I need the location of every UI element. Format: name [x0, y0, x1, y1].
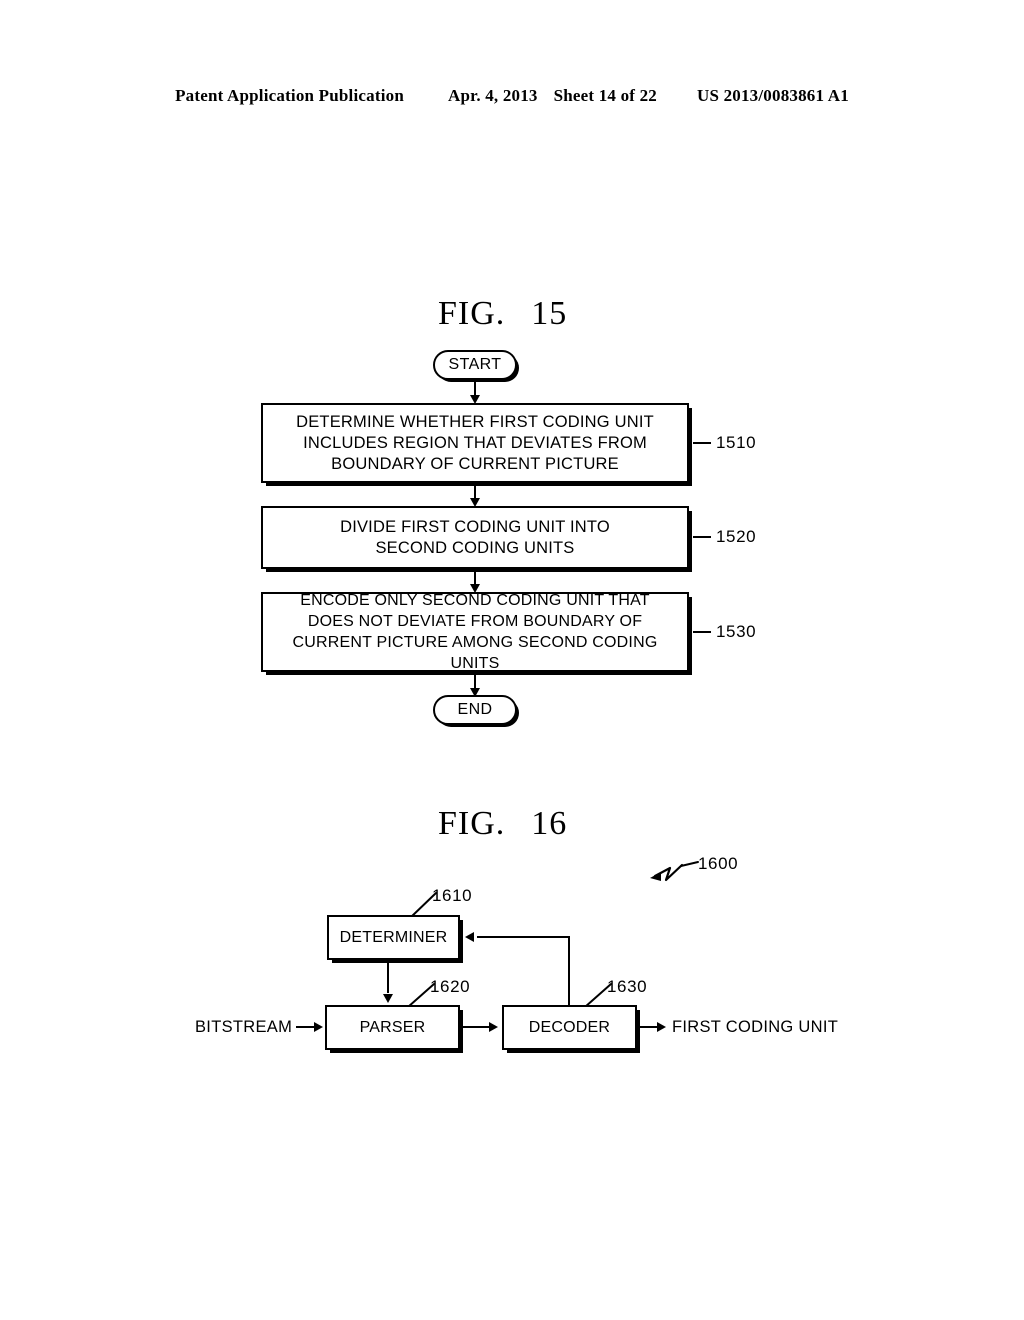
connector-determiner-to-parser: [387, 960, 389, 993]
arrowhead-determiner-to-parser: [383, 994, 393, 1003]
leader-1520: [693, 536, 711, 538]
patent-header: Patent Application Publication Apr. 4, 20…: [0, 86, 1024, 106]
flowchart-start-node: START: [433, 350, 517, 380]
connector-bitstream-to-parser: [296, 1026, 315, 1028]
step-1520-text: DIVIDE FIRST CODING UNIT INTO SECOND COD…: [340, 517, 610, 557]
block-parser: PARSER: [325, 1005, 460, 1050]
figure-16-number: 16: [531, 805, 568, 842]
reference-numeral-1600: 1600: [698, 854, 739, 873]
figure-15-number: 15: [531, 295, 568, 332]
flowchart-end-node: END: [433, 695, 517, 725]
feedback-line-horizontal: [477, 936, 570, 938]
end-label: END: [457, 701, 493, 718]
arrowhead-parser-to-decoder: [489, 1022, 498, 1032]
sheet-number: Sheet 14 of 22: [553, 86, 657, 105]
reference-numeral-1530: 1530: [716, 622, 757, 641]
block-determiner: DETERMINER: [327, 915, 460, 960]
step-1530-text: ENCODE ONLY SECOND CODING UNIT THAT DOES…: [292, 592, 658, 672]
reference-numeral-1630: 1630: [607, 977, 648, 996]
figure-15-label: FIG.: [438, 295, 506, 332]
flowchart-step-1510: DETERMINE WHETHER FIRST CODING UNIT INCL…: [261, 403, 689, 483]
reference-numeral-1510: 1510: [716, 433, 757, 452]
block-decoder: DECODER: [502, 1005, 637, 1050]
decoder-label: DECODER: [528, 1019, 611, 1036]
arrowhead-feedback-to-determiner: [465, 932, 474, 942]
figure-16-title: FIG. 16: [438, 805, 567, 843]
patent-number: US 2013/0083861 A1: [697, 86, 849, 105]
publication-date: Apr. 4, 2013: [448, 86, 538, 105]
arrowhead-decoder-to-output: [657, 1022, 666, 1032]
feedback-line-vertical: [568, 936, 570, 1005]
start-label: START: [448, 356, 502, 373]
parser-label: PARSER: [359, 1019, 426, 1036]
reference-numeral-1610: 1610: [432, 886, 473, 905]
figure-15-title: FIG. 15: [438, 295, 567, 333]
flowchart-step-1530: ENCODE ONLY SECOND CODING UNIT THAT DOES…: [261, 592, 689, 672]
reference-numeral-1520: 1520: [716, 527, 757, 546]
input-label-bitstream: BITSTREAM: [195, 1018, 293, 1036]
leader-1600: [650, 861, 699, 882]
flowchart-step-1520: DIVIDE FIRST CODING UNIT INTO SECOND COD…: [261, 506, 689, 569]
leader-1530: [693, 631, 711, 633]
figure-16-label: FIG.: [438, 805, 506, 842]
connector-parser-to-decoder: [462, 1026, 490, 1028]
leader-1510: [693, 442, 711, 444]
reference-numeral-1620: 1620: [430, 977, 471, 996]
output-label-first-coding-unit: FIRST CODING UNIT: [672, 1018, 839, 1036]
step-1510-text: DETERMINE WHETHER FIRST CODING UNIT INCL…: [296, 412, 654, 473]
arrowhead-bitstream-to-parser: [314, 1022, 323, 1032]
connector-decoder-to-output: [639, 1026, 658, 1028]
publication-title: Patent Application Publication: [175, 86, 404, 105]
determiner-label: DETERMINER: [339, 929, 448, 946]
